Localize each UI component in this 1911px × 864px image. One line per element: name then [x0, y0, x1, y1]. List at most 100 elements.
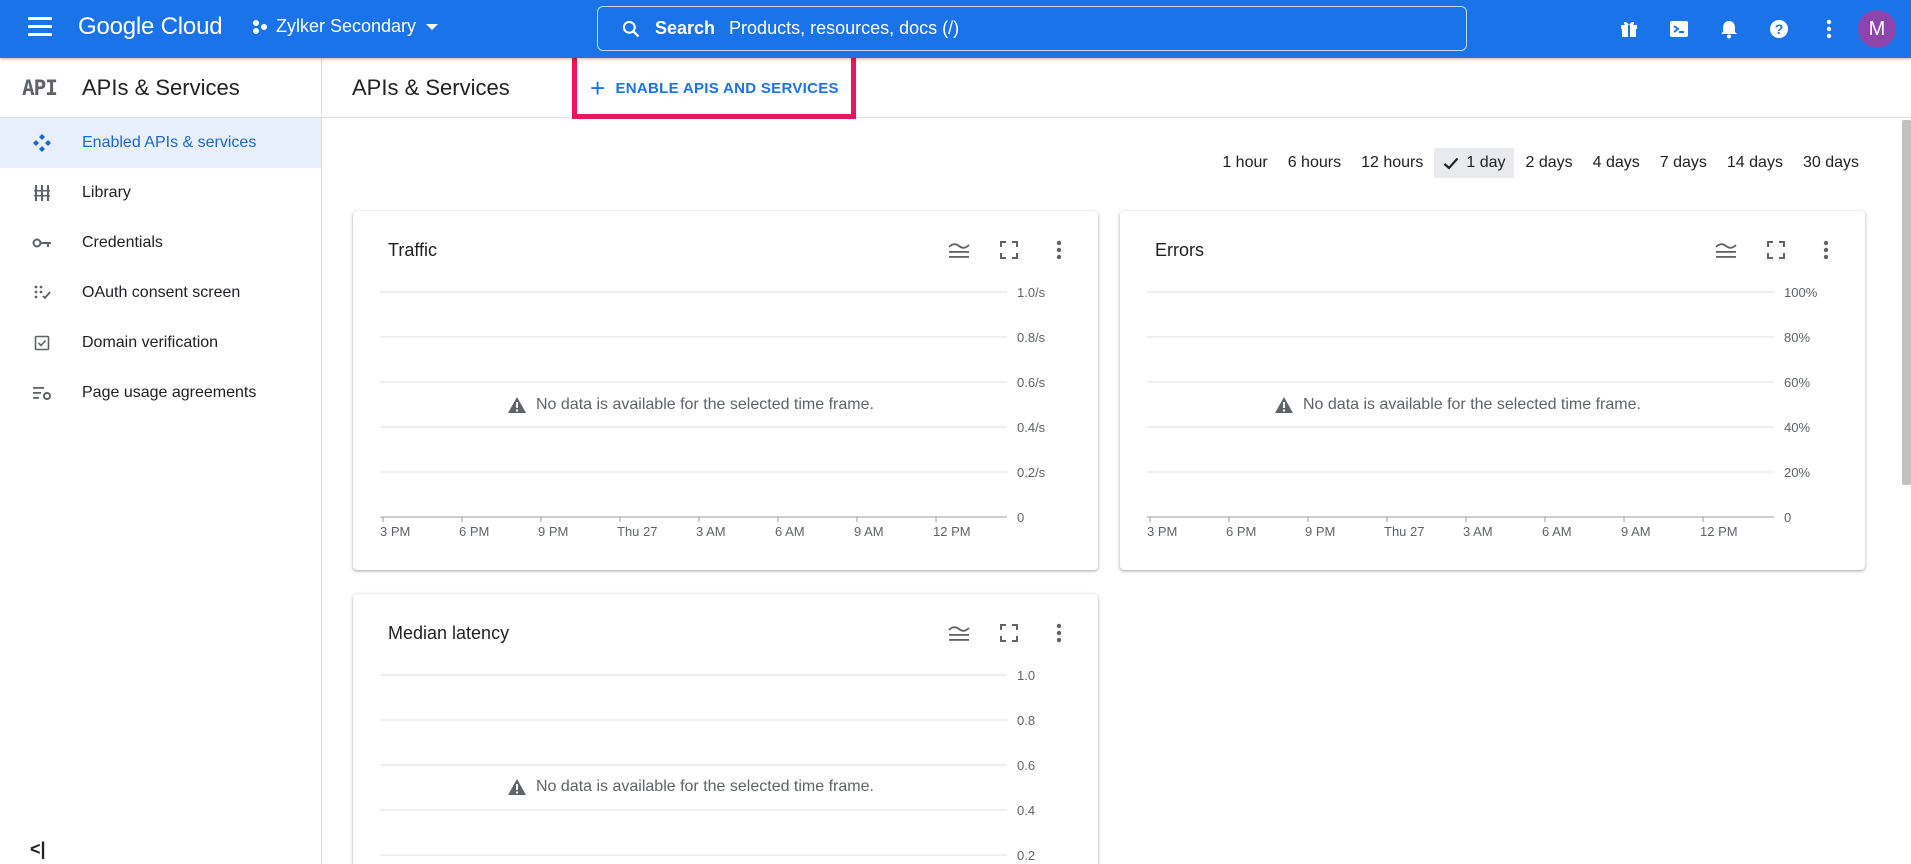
y-tick-label: 0.8: [1017, 713, 1035, 728]
search-bar[interactable]: Search Products, resources, docs (/): [597, 6, 1467, 51]
sidebar-item-label: OAuth consent screen: [82, 284, 241, 301]
time-range-6-hours[interactable]: 6 hours: [1279, 148, 1350, 178]
no-data-message: No data is available for the selected ti…: [1274, 396, 1641, 414]
x-tick-label: 9 AM: [854, 524, 884, 539]
gift-icon[interactable]: [1604, 4, 1654, 54]
y-tick-label: 60%: [1784, 375, 1810, 390]
settings-list-icon: [0, 385, 82, 401]
project-dots-icon: [253, 19, 267, 34]
x-tick-label: Thu 27: [617, 524, 657, 539]
sidebar-item-label: Domain verification: [82, 334, 219, 351]
x-tick-label: 9 PM: [1305, 524, 1335, 539]
x-tick-label: 3 AM: [1463, 524, 1493, 539]
more-vert-icon[interactable]: [1034, 233, 1084, 267]
google-cloud-logo[interactable]: Google Cloud: [78, 13, 223, 41]
api-logo-icon: API: [22, 75, 58, 100]
y-tick-label: 0.6/s: [1017, 375, 1046, 390]
x-tick-label: 6 PM: [459, 524, 489, 539]
warning-icon: [508, 397, 526, 413]
time-range-label: 14 days: [1726, 154, 1783, 171]
x-tick-label: 3 AM: [696, 524, 726, 539]
y-tick-label: 40%: [1784, 420, 1810, 435]
x-tick-label: 3 PM: [1147, 524, 1177, 539]
no-data-message: No data is available for the selected ti…: [507, 778, 874, 796]
help-icon[interactable]: ?: [1754, 4, 1804, 54]
time-range-1-day[interactable]: 1 day: [1434, 148, 1515, 178]
legend-toggle-icon[interactable]: [934, 616, 984, 650]
y-tick-label: 0: [1784, 510, 1791, 525]
no-data-text: No data is available for the selected ti…: [536, 778, 874, 795]
y-tick-label: 80%: [1784, 330, 1810, 345]
y-tick-label: 1.0/s: [1017, 285, 1046, 300]
plus-icon: +: [590, 73, 606, 103]
key-icon: [0, 236, 82, 250]
time-range-4-days[interactable]: 4 days: [1584, 148, 1649, 178]
chart-title: Traffic: [388, 240, 438, 260]
library-icon: [0, 184, 82, 202]
time-range-label: 12 hours: [1361, 154, 1424, 171]
enable-apis-button[interactable]: + ENABLE APIS AND SERVICES: [574, 64, 861, 112]
sidebar-item-credentials[interactable]: Credentials: [0, 218, 321, 268]
fullscreen-icon[interactable]: [1751, 233, 1801, 267]
search-label: Search: [655, 18, 716, 38]
svg-text:?: ?: [1775, 21, 1784, 37]
time-range-label: 1 day: [1466, 154, 1506, 171]
legend-toggle-icon[interactable]: [934, 233, 984, 267]
diamond-arrows-icon: [0, 133, 82, 153]
page-title: APIs & Services: [352, 75, 510, 100]
menu-icon[interactable]: [28, 17, 52, 37]
sidebar-item-label: Library: [82, 184, 131, 201]
time-range-label: 4 days: [1592, 154, 1640, 171]
sidebar-item-domain-verification[interactable]: Domain verification: [0, 318, 321, 368]
chart-title: Errors: [1155, 240, 1204, 260]
collapse-sidebar-button[interactable]: <|: [30, 839, 46, 860]
time-range-1-hour[interactable]: 1 hour: [1213, 148, 1276, 178]
x-tick-label: 12 PM: [933, 524, 971, 539]
time-range-12-hours[interactable]: 12 hours: [1352, 148, 1432, 178]
y-tick-label: 0.2/s: [1017, 465, 1046, 480]
sidebar-item-library[interactable]: Library: [0, 168, 321, 218]
enable-apis-label: ENABLE APIS AND SERVICES: [615, 79, 839, 97]
chart-title: Median latency: [388, 623, 510, 643]
checkbox-icon: [0, 335, 82, 351]
time-range-label: 2 days: [1525, 154, 1573, 171]
median-latency-chart-card: 1.0 0.8 0.6 0.4 0.2 Median latency No data i…: [353, 594, 1098, 864]
sidebar-header: API APIs & Services: [0, 58, 321, 118]
warning-icon: [508, 779, 526, 795]
page-header: APIs & Services + ENABLE APIS AND SERVIC…: [322, 58, 1911, 118]
more-vert-icon[interactable]: [1804, 4, 1854, 54]
no-data-text: No data is available for the selected ti…: [536, 396, 874, 413]
y-tick-label: 0.2: [1017, 848, 1035, 863]
sidebar-item-page-usage[interactable]: Page usage agreements: [0, 368, 321, 418]
sidebar-item-oauth-consent[interactable]: OAuth consent screen: [0, 268, 321, 318]
x-tick-label: 6 AM: [775, 524, 805, 539]
sidebar-item-label: Credentials: [82, 234, 163, 251]
more-vert-icon[interactable]: [1801, 233, 1851, 267]
more-vert-icon[interactable]: [1034, 616, 1084, 650]
y-tick-label: 1.0: [1017, 668, 1035, 683]
search-icon: [622, 20, 640, 37]
time-range-2-days[interactable]: 2 days: [1516, 148, 1581, 178]
fullscreen-icon[interactable]: [984, 233, 1034, 267]
cloud-shell-icon[interactable]: [1654, 4, 1704, 54]
scrollbar[interactable]: [1902, 120, 1911, 485]
time-range-14-days[interactable]: 14 days: [1718, 148, 1792, 178]
y-tick-label: 100%: [1784, 285, 1818, 300]
sidebar: API APIs & Services Enabled APIs & servi…: [0, 58, 322, 864]
time-range-label: 30 days: [1802, 154, 1859, 171]
search-placeholder: Products, resources, docs (/): [729, 18, 960, 38]
x-tick-label: Thu 27: [1384, 524, 1424, 539]
notifications-icon[interactable]: [1704, 4, 1754, 54]
fullscreen-icon[interactable]: [984, 616, 1034, 650]
chevron-down-icon: [426, 23, 439, 30]
y-tick-label: 20%: [1784, 465, 1810, 480]
y-tick-label: 0.4: [1017, 803, 1035, 818]
time-range-30-days[interactable]: 30 days: [1794, 148, 1868, 178]
y-tick-label: 0.4/s: [1017, 420, 1046, 435]
time-range-label: 7 days: [1659, 154, 1707, 171]
project-selector[interactable]: Zylker Secondary: [252, 16, 439, 37]
legend-toggle-icon[interactable]: [1701, 233, 1751, 267]
sidebar-item-enabled-apis[interactable]: Enabled APIs & services: [0, 118, 321, 168]
avatar[interactable]: M: [1858, 10, 1896, 48]
time-range-7-days[interactable]: 7 days: [1651, 148, 1716, 178]
